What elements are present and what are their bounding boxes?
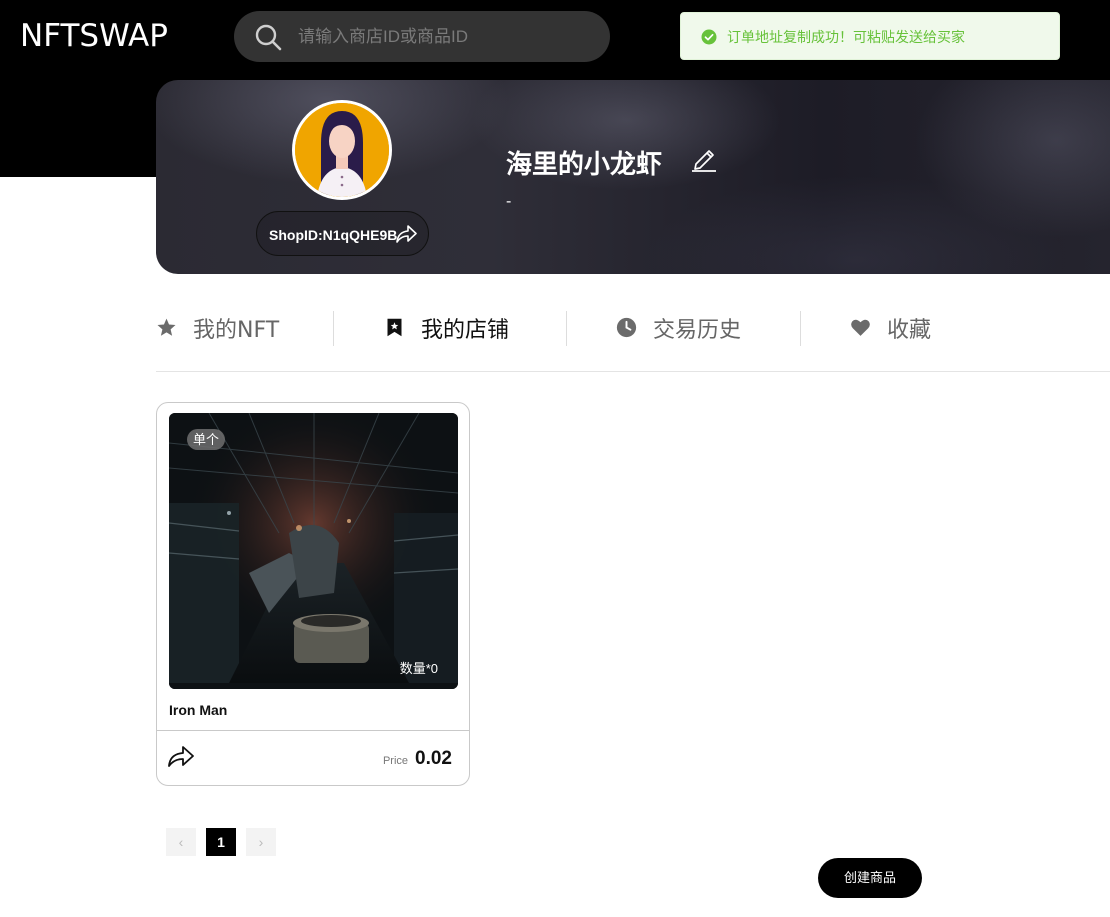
logo[interactable]: NFTSWAP bbox=[20, 18, 168, 54]
create-product-button[interactable]: 创建商品 bbox=[818, 858, 922, 898]
tab-my-nft[interactable]: 我的NFT bbox=[156, 305, 279, 350]
avatar bbox=[292, 100, 392, 200]
bookmark-icon bbox=[387, 318, 402, 337]
success-toast: 订单地址复制成功！可粘贴发送给买家 bbox=[680, 12, 1060, 60]
prev-page-button[interactable]: ‹ bbox=[166, 828, 196, 856]
heart-icon bbox=[851, 319, 870, 336]
next-page-button[interactable]: › bbox=[246, 828, 276, 856]
tab-divider bbox=[566, 311, 567, 346]
tab-label: 我的NFT bbox=[193, 317, 280, 343]
check-circle-icon bbox=[701, 29, 717, 45]
tab-divider bbox=[800, 311, 801, 346]
tab-trade-history[interactable]: 交易历史 bbox=[616, 305, 741, 350]
shop-description: - bbox=[506, 193, 512, 210]
page-number-button[interactable]: 1 bbox=[206, 828, 236, 856]
toast-message: 订单地址复制成功！可粘贴发送给买家 bbox=[727, 29, 965, 45]
product-quantity: 数量*0 bbox=[399, 661, 438, 676]
tab-bar: 我的NFT 我的店铺 交易历史 收藏 bbox=[156, 305, 1110, 372]
search-icon[interactable] bbox=[254, 23, 282, 51]
shop-id-button[interactable]: ShopID:N1qQHE9B bbox=[256, 211, 429, 256]
share-icon[interactable] bbox=[395, 224, 417, 244]
clock-icon bbox=[616, 317, 637, 338]
product-price: 0.02 bbox=[415, 748, 452, 769]
search-box[interactable] bbox=[234, 11, 610, 62]
star-icon bbox=[157, 318, 176, 336]
shop-name: 海里的小龙虾 bbox=[506, 150, 663, 180]
card-divider bbox=[157, 730, 469, 731]
edit-icon[interactable] bbox=[690, 144, 717, 172]
search-input[interactable] bbox=[298, 21, 588, 53]
shop-id-label: ShopID:N1qQHE9B bbox=[269, 227, 398, 243]
price-label: Price bbox=[382, 755, 408, 767]
product-type-badge: 单个 bbox=[187, 429, 226, 450]
tab-divider bbox=[333, 311, 334, 346]
tab-my-shop[interactable]: 我的店铺 bbox=[384, 305, 509, 350]
avatar-image bbox=[295, 103, 389, 197]
product-image[interactable]: 单个 数量*0 bbox=[169, 413, 458, 689]
tab-label: 我的店铺 bbox=[421, 317, 510, 343]
factory-image bbox=[169, 413, 458, 689]
share-icon[interactable] bbox=[167, 744, 195, 768]
product-card[interactable]: 单个 数量*0 Iron Man Price 0.02 bbox=[156, 402, 470, 786]
tab-label: 交易历史 bbox=[653, 317, 742, 343]
product-title[interactable]: Iron Man bbox=[169, 702, 227, 718]
tab-favorites[interactable]: 收藏 bbox=[850, 305, 931, 350]
tab-label: 收藏 bbox=[887, 317, 932, 343]
